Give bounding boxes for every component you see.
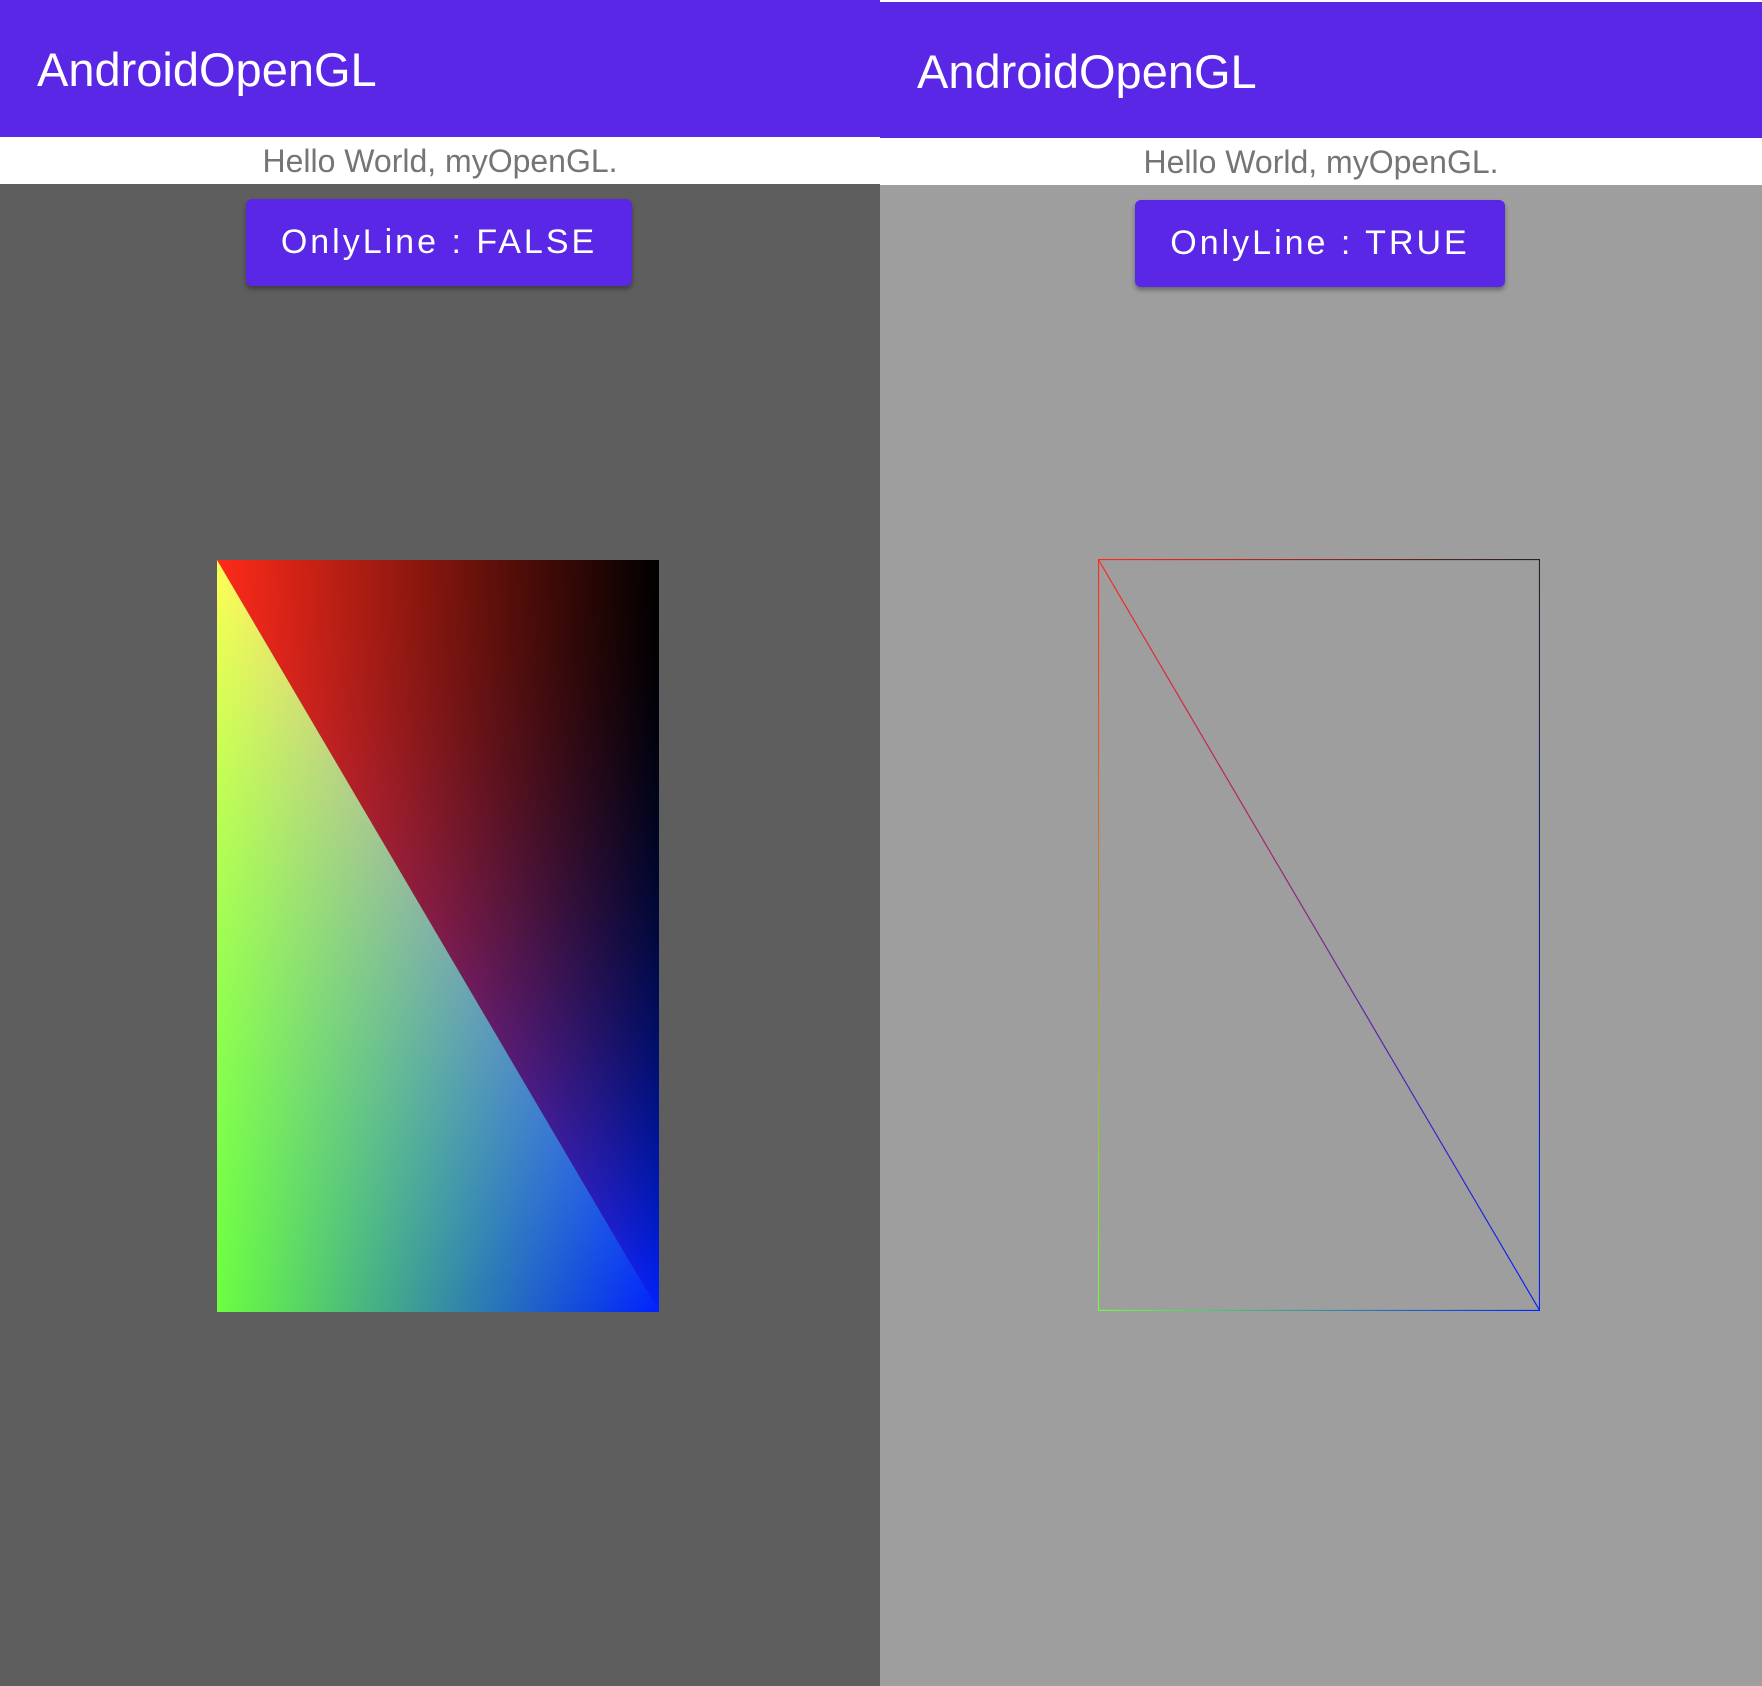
app-bar: AndroidOpenGL	[880, 2, 1762, 138]
filled-gradient-quad	[217, 560, 659, 1312]
only-line-toggle-button[interactable]: OnlyLine : FALSE	[246, 199, 632, 286]
app-title: AndroidOpenGL	[917, 45, 1257, 98]
left-screen: AndroidOpenGL Hello World, myOpenGL. Onl…	[0, 0, 880, 1686]
app-bar: AndroidOpenGL	[0, 0, 880, 137]
hello-text: Hello World, myOpenGL.	[262, 143, 618, 179]
hello-text-view: Hello World, myOpenGL.	[0, 137, 880, 184]
hello-text-view: Hello World, myOpenGL.	[880, 138, 1762, 185]
only-line-toggle-button[interactable]: OnlyLine : TRUE	[1135, 200, 1505, 287]
hello-text: Hello World, myOpenGL.	[1143, 144, 1499, 180]
wireframe-quad	[1098, 559, 1540, 1311]
edge-diagonal	[1098, 559, 1540, 1311]
app-title: AndroidOpenGL	[37, 43, 377, 96]
right-screen: AndroidOpenGL Hello World, myOpenGL. Onl…	[880, 0, 1762, 1686]
